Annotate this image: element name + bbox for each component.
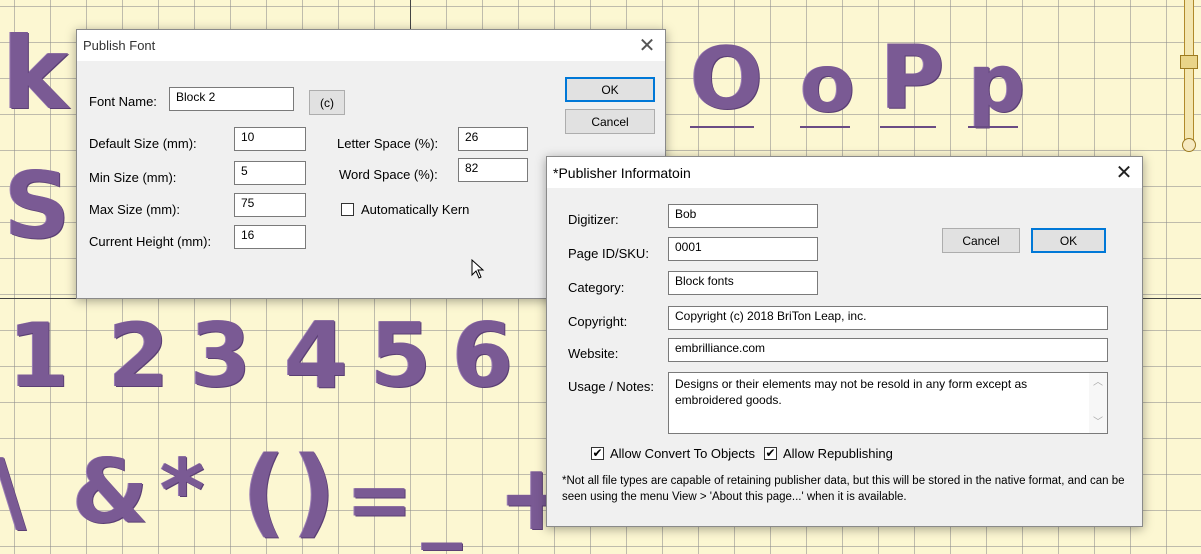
glyph-paren-close[interactable]: ) [292,444,336,540]
dialog-title: *Publisher Informatoin [553,165,691,181]
digitizer-input[interactable]: Bob [668,204,818,228]
font-name-label: Font Name: [89,94,157,109]
copyright-input[interactable]: Copyright (c) 2018 BriTon Leap, inc. [668,306,1108,330]
website-label: Website: [568,346,619,361]
scroll-down-icon[interactable]: ﹀ [1093,415,1103,431]
copyright-button[interactable]: (c) [309,90,345,115]
letter-space-input[interactable]: 26 [458,127,528,151]
glyph-digit-3[interactable]: 3 [190,312,251,400]
max-size-input[interactable]: 75 [234,193,306,217]
min-size-input[interactable]: 5 [234,161,306,185]
glyph-digit-2[interactable]: 2 [108,312,169,400]
copyright-label: Copyright: [568,314,628,329]
default-size-label: Default Size (mm): [89,136,197,151]
zoom-slider-track[interactable] [1184,0,1194,145]
glyph-baseline [800,126,850,128]
guide-line-horizontal-right [1140,298,1201,299]
glyph-p-lower[interactable]: p [968,44,1025,124]
dialog-titlebar[interactable]: Publish Font ✕ [77,30,665,61]
glyph-k[interactable]: k [2,24,69,124]
glyph-digit-6[interactable]: 6 [452,312,513,400]
font-name-input[interactable]: Block 2 [169,87,294,111]
glyph-digit-5[interactable]: 5 [370,312,431,400]
allow-republishing-checkbox[interactable]: ✔ [764,447,777,460]
glyph-ampersand[interactable]: & [72,448,149,536]
auto-kern-checkbox[interactable] [341,203,354,216]
publisher-data-footnote: *Not all file types are capable of retai… [562,475,1125,503]
cancel-button[interactable]: Cancel [942,228,1020,253]
glyph-baseline [968,126,1018,128]
guide-line-vertical [410,0,411,30]
mouse-pointer-icon [471,259,485,279]
usage-notes-label: Usage / Notes: [568,379,654,394]
glyph-equals[interactable]: = [346,460,413,540]
dialog-title: Publish Font [83,38,156,53]
page-id-label: Page ID/SKU: [568,246,649,261]
glyph-digit-1[interactable]: 1 [8,312,69,400]
usage-notes-textarea[interactable]: Designs or their elements may not be res… [668,372,1108,434]
allow-convert-checkbox[interactable]: ✔ [591,447,604,460]
zoom-slider-thumb[interactable] [1180,55,1198,69]
min-size-label: Min Size (mm): [89,170,177,185]
category-label: Category: [568,280,625,295]
current-height-label: Current Height (mm): [89,234,212,249]
usage-notes-scrollbar[interactable]: ︿ ﹀ [1089,373,1107,433]
ok-button[interactable]: OK [1031,228,1106,253]
glyph-asterisk[interactable]: * [160,448,205,534]
glyph-P-upper[interactable]: P [880,34,945,122]
word-space-label: Word Space (%): [339,167,438,182]
zoom-slider-knob[interactable] [1182,138,1196,152]
glyph-paren-open[interactable]: ( [242,444,286,540]
current-height-input[interactable]: 16 [234,225,306,249]
page-id-input[interactable]: 0001 [668,237,818,261]
glyph-o-lower[interactable]: o [800,44,855,124]
ok-button[interactable]: OK [565,77,655,102]
usage-notes-text: Designs or their elements may not be res… [675,377,1028,407]
close-icon[interactable]: ✕ [1106,157,1142,188]
guide-line-horizontal [0,298,76,299]
glyph-baseline [880,126,936,128]
default-size-input[interactable]: 10 [234,127,306,151]
glyph-O-upper[interactable]: O [690,36,763,122]
dialog-titlebar[interactable]: *Publisher Informatoin ✕ [547,157,1142,188]
glyph-S[interactable]: S [4,160,70,252]
max-size-label: Max Size (mm): [89,202,180,217]
allow-republishing-label[interactable]: Allow Republishing [783,446,893,461]
close-icon[interactable]: ✕ [629,30,665,61]
glyph-backslash[interactable]: \ [0,448,26,536]
word-space-input[interactable]: 82 [458,158,528,182]
publisher-info-dialog: *Publisher Informatoin ✕ Digitizer: Bob … [546,156,1143,527]
website-input[interactable]: embrilliance.com [668,338,1108,362]
glyph-digit-4[interactable]: 4 [284,310,348,402]
auto-kern-label[interactable]: Automatically Kern [361,202,469,217]
category-input[interactable]: Block fonts [668,271,818,295]
letter-space-label: Letter Space (%): [337,136,439,151]
scroll-up-icon[interactable]: ︿ [1093,375,1103,391]
digitizer-label: Digitizer: [568,212,619,227]
allow-convert-label[interactable]: Allow Convert To Objects [610,446,755,461]
cancel-button[interactable]: Cancel [565,109,655,134]
glyph-baseline [690,126,754,128]
glyph-underscore[interactable]: _ [422,464,462,544]
